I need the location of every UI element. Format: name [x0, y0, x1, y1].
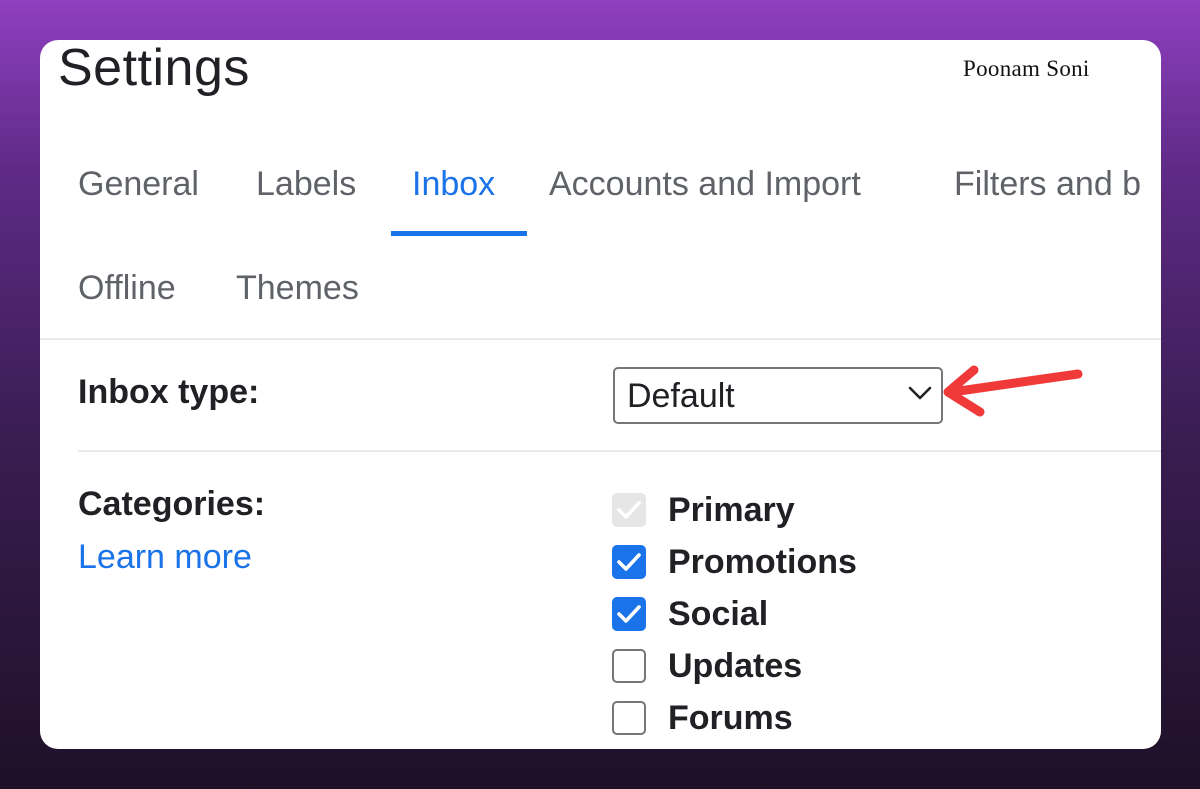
inbox-type-select[interactable]: Default	[613, 367, 943, 424]
inbox-type-divider	[78, 450, 1161, 452]
inbox-type-label: Inbox type:	[78, 373, 260, 411]
red-arrow-icon	[943, 365, 1083, 417]
promotions-label: Promotions	[668, 543, 857, 581]
tabs-divider	[40, 338, 1161, 340]
check-icon	[617, 553, 641, 571]
primary-checkbox	[612, 493, 646, 527]
active-tab-indicator	[391, 231, 527, 236]
tab-filters-and-blocked[interactable]: Filters and b	[954, 164, 1141, 204]
promotions-checkbox[interactable]	[612, 545, 646, 579]
tab-accounts-and-import[interactable]: Accounts and Import	[549, 164, 861, 204]
social-label: Social	[668, 595, 769, 633]
tab-inbox[interactable]: Inbox	[412, 164, 495, 204]
watermark-signature: Poonam Soni	[963, 56, 1090, 81]
inbox-type-selected-value: Default	[627, 377, 735, 415]
tab-themes[interactable]: Themes	[236, 268, 359, 308]
forums-label: Forums	[668, 699, 793, 737]
forums-checkbox[interactable]	[612, 701, 646, 735]
categories-label: Categories:	[78, 485, 266, 523]
check-icon	[617, 501, 641, 519]
page-title: Settings	[58, 40, 250, 97]
tab-offline[interactable]: Offline	[78, 268, 176, 308]
social-checkbox[interactable]	[612, 597, 646, 631]
updates-checkbox[interactable]	[612, 649, 646, 683]
settings-panel: Settings Poonam Soni General Labels Inbo…	[40, 40, 1161, 749]
tab-general[interactable]: General	[78, 164, 199, 204]
chevron-down-icon	[908, 386, 932, 400]
tab-labels[interactable]: Labels	[256, 164, 356, 204]
primary-label: Primary	[668, 491, 795, 529]
learn-more-link[interactable]: Learn more	[78, 537, 252, 577]
check-icon	[617, 605, 641, 623]
updates-label: Updates	[668, 647, 803, 685]
